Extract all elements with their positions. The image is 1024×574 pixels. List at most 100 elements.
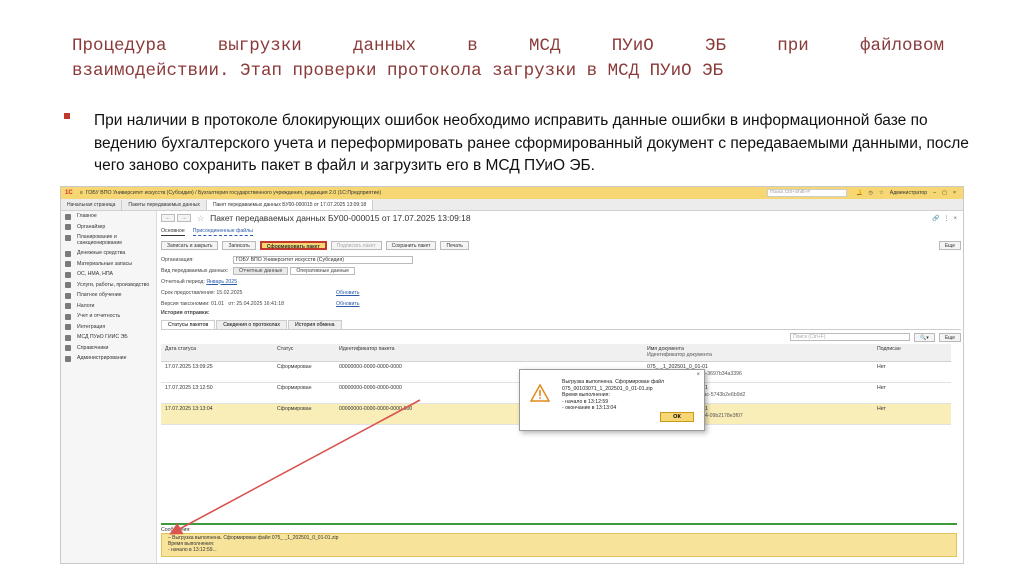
sidebar-item-2[interactable]: Планирование и санкционирование <box>61 232 156 248</box>
window-titlebar: 1С ≡ ГОБУ ВПО Университет искусств (Субс… <box>61 187 963 199</box>
cell-package-id: 00000000-0000-0000-0000 <box>339 364 402 370</box>
form-package-button[interactable]: Сформировать пакет <box>259 241 327 250</box>
cell-date: 17.07.2025 13:09:25 <box>165 364 213 370</box>
sidebar-item-10[interactable]: Интеграция <box>61 322 156 333</box>
kind-operative-option[interactable]: Оперативные данные <box>290 266 355 275</box>
kind-label: Вид передаваемых данных: <box>161 267 229 274</box>
sidebar-item-label: Интеграция <box>77 323 106 330</box>
cell-signed: Нет <box>877 364 886 370</box>
cell-package-id: 00000000-0000-0000-0000-000 <box>339 406 413 412</box>
grid-tools: Поиск (Ctrl+F) 🔍▾ Еще <box>161 330 961 344</box>
refresh-link-1[interactable]: Обновить <box>336 290 360 296</box>
col-blank <box>485 344 643 361</box>
col-status[interactable]: Статус <box>273 344 335 361</box>
sidebar-item-label: Органайзер <box>77 223 106 230</box>
app-window: 1С ≡ ГОБУ ВПО Университет искусств (Субс… <box>60 186 964 564</box>
bell-icon[interactable]: 🔔 <box>856 190 862 196</box>
sidebar-item-label: Планирование и санкционирование <box>77 234 123 246</box>
sidebar-item-label: ОС, НМА, НПА <box>77 271 114 277</box>
inner-tabs: Статусы пакетов Сведения о протоколах Ис… <box>161 320 961 330</box>
history-icon[interactable]: ◷ <box>869 190 874 196</box>
slide-title: Процедура выгрузки данных в МСД ПУиО ЭБ … <box>72 34 944 84</box>
tab-package-doc[interactable]: Пакет передаваемых данных БУ00-000015 от… <box>206 200 374 210</box>
tab-exchange-history[interactable]: История обмена <box>288 320 342 329</box>
sidebar-item-11[interactable]: МСД ПУиО ГИИС ЭБ <box>61 332 156 343</box>
save-package-button[interactable]: Сохранить пакет <box>385 241 437 250</box>
sidebar-item-9[interactable]: Учет и отчетность <box>61 311 156 322</box>
user-name[interactable]: Администратор <box>890 190 927 196</box>
menu-icon[interactable]: ≡ <box>80 190 83 196</box>
messages-panel: Сообщения: – Выгрузка выполнена. Сформир… <box>161 523 957 559</box>
sidebar-item-0[interactable]: Главное <box>61 211 156 222</box>
book-icon <box>65 345 71 351</box>
money-icon <box>65 250 71 257</box>
tab-packages[interactable]: Пакеты передаваемых данных <box>122 200 207 210</box>
tools-icon <box>65 282 71 288</box>
version-label: Версия таксономии: 01.01 <box>161 300 225 307</box>
org-field[interactable]: ГОБУ ВПО Университет искусств (Субсидия) <box>233 255 413 264</box>
minimize-icon[interactable]: – <box>933 190 936 196</box>
cell-date: 17.07.2025 13:13:04 <box>165 406 213 412</box>
link-main[interactable]: Основное <box>161 228 185 236</box>
msd-icon <box>65 334 71 341</box>
forward-icon[interactable]: → <box>177 214 191 222</box>
gear-icon <box>65 355 71 362</box>
global-search-input[interactable]: Поиск Ctrl+Shift+F <box>767 189 848 197</box>
cell-status: Сформирован <box>277 364 312 370</box>
col-package-id[interactable]: Идентификатор пакета <box>335 344 485 361</box>
sidebar-item-8[interactable]: Налоги <box>61 301 156 312</box>
back-icon[interactable]: ← <box>161 214 175 222</box>
dialog-close-icon[interactable]: × <box>696 372 700 378</box>
grid-more-button[interactable]: Еще <box>938 332 961 342</box>
sidebar-item-label: Налоги <box>77 302 95 309</box>
sidebar-item-7[interactable]: Платное обучение <box>61 290 156 301</box>
maximize-icon[interactable]: ▢ <box>942 190 947 196</box>
dialog-line-5: - окончание в 13:13:04 <box>562 405 617 411</box>
col-date[interactable]: Дата статуса <box>161 344 273 361</box>
integration-icon <box>65 324 71 330</box>
sidebar-item-5[interactable]: ОС, НМА, НПА <box>61 269 156 280</box>
calendar-icon <box>65 224 71 230</box>
favorite-star-icon[interactable]: ☆ <box>197 214 204 223</box>
car-icon <box>65 271 71 278</box>
more-button[interactable]: Еще <box>938 241 961 250</box>
window-tabs: Начальная страница Пакеты передаваемых д… <box>61 199 963 211</box>
doc-header: ← → ☆ Пакет передаваемых данных БУ00-000… <box>161 211 961 225</box>
tab-package-statuses[interactable]: Статусы пакетов <box>161 320 216 329</box>
cell-signed: Нет <box>877 406 886 412</box>
ok-button[interactable]: ОК <box>660 412 694 422</box>
sidebar-item-3[interactable]: Денежные средства <box>61 248 156 259</box>
tab-home[interactable]: Начальная страница <box>61 200 123 210</box>
col-doc-name[interactable]: Имя документа Идентификатор документа <box>643 344 873 361</box>
sidebar-item-label: Учет и отчетность <box>77 313 121 319</box>
window-title: ГОБУ ВПО Университет искусств (Субсидия)… <box>85 190 382 196</box>
kind-report-option[interactable]: Отчетные данные <box>233 266 289 275</box>
grid-search-button[interactable]: 🔍▾ <box>914 332 935 342</box>
sidebar-item-4[interactable]: Материальные запасы <box>61 259 156 270</box>
history-label: История отправки: <box>161 310 210 316</box>
box-icon <box>65 261 71 267</box>
refresh-link-2[interactable]: Обновить <box>336 301 360 307</box>
print-button[interactable]: Печать <box>440 241 469 250</box>
sidebar-item-label: Платное обучение <box>77 292 122 298</box>
star-icon[interactable]: ☆ <box>879 190 884 196</box>
sidebar-item-1[interactable]: Органайзер <box>61 222 156 233</box>
sidebar-item-13[interactable]: Администрирование <box>61 353 156 364</box>
message-line-3: - начало в 13:12:59... <box>168 547 217 553</box>
period-link[interactable]: Январь 2025 <box>206 279 237 285</box>
tab-protocols[interactable]: Сведения о протоколах <box>216 320 288 329</box>
doc-window-icons[interactable]: 🔗⋮× <box>932 215 961 222</box>
grid-search-input[interactable]: Поиск (Ctrl+F) <box>790 333 911 341</box>
save-button[interactable]: Записать <box>222 241 256 250</box>
col-signed[interactable]: Подписан <box>873 344 933 361</box>
sidebar-item-6[interactable]: Услуги, работы, производство <box>61 280 156 291</box>
close-icon[interactable]: × <box>953 190 956 196</box>
sidebar-item-label: Главное <box>77 213 97 219</box>
sign-package-button[interactable]: Подписать пакет <box>330 241 382 250</box>
period-row: Отчетный период: Январь 2025 <box>161 276 961 287</box>
link-attached-files[interactable]: Присоединенные файлы <box>192 228 253 236</box>
bullet-block: При наличии в протоколе блокирующих ошиб… <box>64 110 994 178</box>
save-close-button[interactable]: Записать и закрыть <box>161 241 219 250</box>
sidebar-item-12[interactable]: Справочники <box>61 343 156 354</box>
org-row: Организация: ГОБУ ВПО Университет искусс… <box>161 254 961 265</box>
